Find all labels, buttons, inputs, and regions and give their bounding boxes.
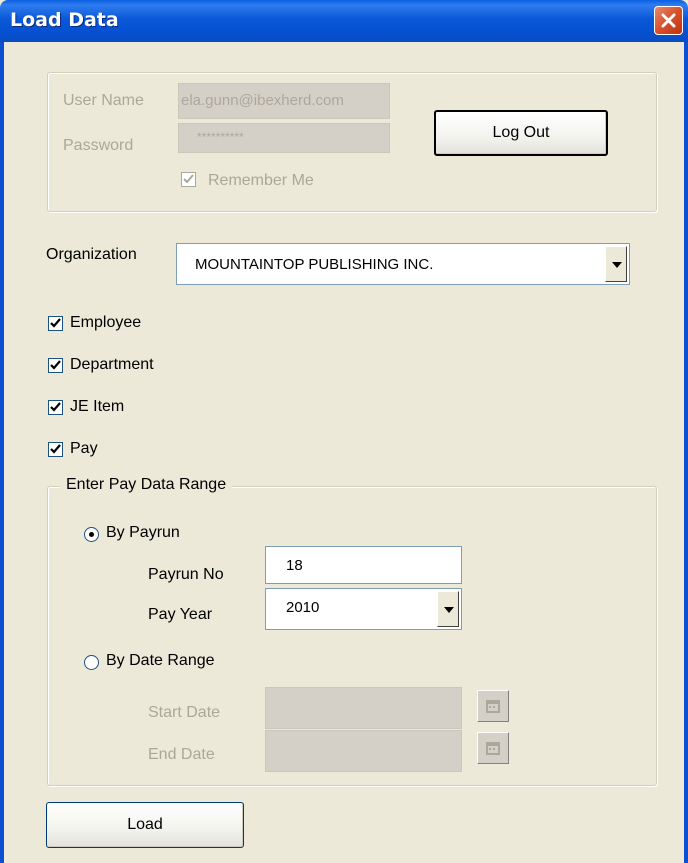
employee-checkbox[interactable] (48, 316, 63, 331)
payrun-no-field[interactable]: 18 (265, 546, 462, 584)
employee-label: Employee (70, 314, 142, 331)
by-payrun-label: By Payrun (106, 524, 180, 541)
checkmark-icon (50, 318, 61, 328)
pay-year-value: 2010 (286, 599, 320, 616)
title-bar: Load Data (0, 0, 688, 42)
payrun-no-label: Payrun No (148, 566, 224, 583)
window-frame-right (684, 42, 688, 863)
password-field[interactable]: ********** (178, 123, 390, 153)
close-button[interactable] (654, 6, 683, 35)
window-frame-left (0, 42, 4, 863)
remember-me-checkbox[interactable] (181, 172, 196, 187)
pay-label: Pay (70, 440, 98, 457)
department-label: Department (70, 356, 154, 373)
logout-button-label: Log Out (492, 124, 550, 141)
load-button-label: Load (127, 816, 163, 833)
by-date-range-label: By Date Range (106, 652, 215, 669)
by-payrun-radio[interactable] (84, 527, 99, 542)
chevron-down-icon[interactable] (605, 246, 627, 282)
organization-label: Organization (46, 246, 137, 263)
username-field[interactable]: ela.gunn@ibexherd.com (178, 83, 390, 119)
chevron-down-icon[interactable] (437, 591, 459, 627)
organization-value: MOUNTAINTOP PUBLISHING INC. (195, 256, 434, 273)
username-label: User Name (63, 92, 144, 109)
checkmark-icon (183, 174, 194, 184)
window-title: Load Data (10, 9, 119, 31)
calendar-icon (486, 742, 500, 755)
start-date-calendar-button[interactable] (477, 690, 509, 722)
logout-button[interactable]: Log Out (434, 110, 608, 156)
pay-checkbox[interactable] (48, 442, 63, 457)
checkmark-icon (50, 402, 61, 412)
organization-select[interactable]: MOUNTAINTOP PUBLISHING INC. (176, 243, 630, 285)
calendar-icon (486, 700, 500, 713)
pay-range-legend: Enter Pay Data Range (60, 476, 233, 494)
pay-year-select[interactable]: 2010 (265, 588, 462, 630)
je-item-label: JE Item (70, 398, 125, 415)
start-date-label: Start Date (148, 704, 221, 721)
checkmark-icon (50, 444, 61, 454)
je-item-checkbox[interactable] (48, 400, 63, 415)
remember-me-label: Remember Me (208, 172, 314, 189)
by-date-range-radio[interactable] (84, 655, 99, 670)
start-date-field[interactable] (265, 687, 462, 729)
end-date-calendar-button[interactable] (477, 732, 509, 764)
end-date-field[interactable] (265, 730, 462, 772)
end-date-label: End Date (148, 746, 215, 763)
load-button[interactable]: Load (46, 802, 244, 848)
password-label: Password (63, 137, 134, 154)
checkmark-icon (50, 360, 61, 370)
pay-year-label: Pay Year (148, 606, 213, 623)
close-icon (661, 13, 676, 28)
department-checkbox[interactable] (48, 358, 63, 373)
